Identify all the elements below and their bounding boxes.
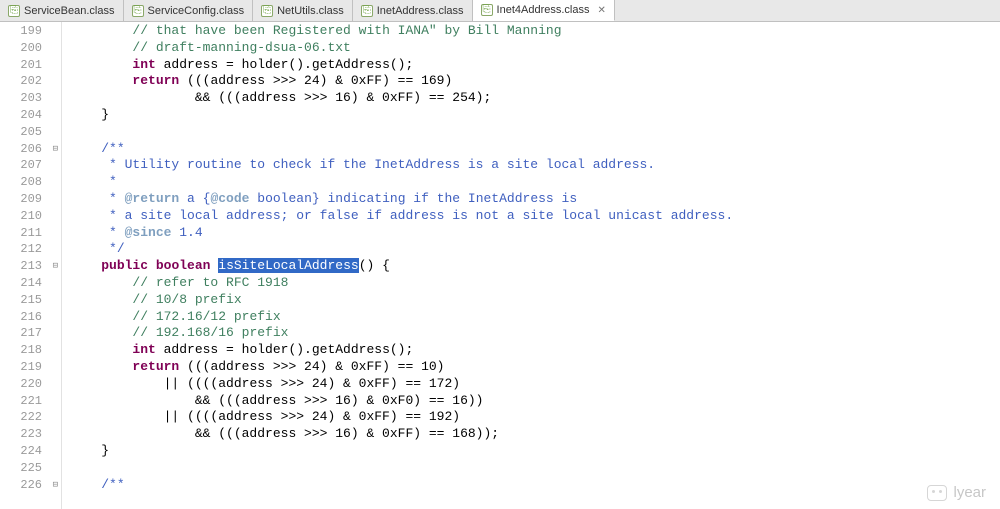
code-line: && (((address >>> 16) & 0xF0) == 16)) (70, 393, 1000, 410)
code-line: // 192.168/16 prefix (70, 325, 1000, 342)
line-number: 226 (0, 477, 48, 494)
class-file-icon: ⎘ (132, 5, 144, 17)
code-line (70, 124, 1000, 141)
code-line: // that have been Registered with IANA" … (70, 23, 1000, 40)
code-line: && (((address >>> 16) & 0xFF) == 254); (70, 90, 1000, 107)
line-number: 222 (0, 409, 48, 426)
line-number: 216 (0, 309, 48, 326)
line-number: 208 (0, 174, 48, 191)
text-selection: isSiteLocalAddress (218, 258, 358, 273)
code-line: || ((((address >>> 24) & 0xFF) == 192) (70, 409, 1000, 426)
line-number: 211 (0, 225, 48, 242)
editor-tab[interactable]: ⎘ Inet4Address.class ✕ (473, 0, 615, 21)
code-line: && (((address >>> 16) & 0xFF) == 168)); (70, 426, 1000, 443)
line-number: 207 (0, 157, 48, 174)
class-file-icon: ⎘ (361, 5, 373, 17)
code-line: // refer to RFC 1918 (70, 275, 1000, 292)
line-number: 213 (0, 258, 48, 275)
code-line: * Utility routine to check if the InetAd… (70, 157, 1000, 174)
line-number: 209 (0, 191, 48, 208)
wechat-icon (927, 485, 947, 501)
code-line: * (70, 174, 1000, 191)
tab-label: NetUtils.class (277, 5, 344, 17)
watermark-text: lyear (953, 484, 986, 501)
code-line: /** (70, 477, 1000, 494)
editor-tab[interactable]: ⎘ NetUtils.class (253, 0, 353, 21)
line-number: 204 (0, 107, 48, 124)
line-number: 210 (0, 208, 48, 225)
editor-tab[interactable]: ⎘ ServiceConfig.class (124, 0, 254, 21)
line-number: 219 (0, 359, 48, 376)
line-number: 203 (0, 90, 48, 107)
code-line: // 10/8 prefix (70, 292, 1000, 309)
code-line: || ((((address >>> 24) & 0xFF) == 172) (70, 376, 1000, 393)
code-line: int address = holder().getAddress(); (70, 57, 1000, 74)
tab-label: ServiceConfig.class (148, 5, 245, 17)
code-line: */ (70, 241, 1000, 258)
code-line: return (((address >>> 24) & 0xFF) == 169… (70, 73, 1000, 90)
line-number: 202 (0, 73, 48, 90)
line-number-gutter: 1992002012022032042052062072082092102112… (0, 22, 48, 509)
tab-label: ServiceBean.class (24, 5, 115, 17)
line-number: 220 (0, 376, 48, 393)
code-line: int address = holder().getAddress(); (70, 342, 1000, 359)
code-line (70, 460, 1000, 477)
editor-tab-bar: ⎘ ServiceBean.class ⎘ ServiceConfig.class ⎘ N… (0, 0, 1000, 22)
code-line: return (((address >>> 24) & 0xFF) == 10) (70, 359, 1000, 376)
class-file-icon: ⎘ (481, 4, 493, 16)
class-file-icon: ⎘ (261, 5, 273, 17)
editor-tab[interactable]: ⎘ InetAddress.class (353, 0, 473, 21)
line-number: 223 (0, 426, 48, 443)
code-line: } (70, 107, 1000, 124)
code-line: public boolean isSiteLocalAddress() { (70, 258, 1000, 275)
code-line: /** (70, 141, 1000, 158)
code-line: * @return a {@code boolean} indicating i… (70, 191, 1000, 208)
line-number: 218 (0, 342, 48, 359)
code-line: } (70, 443, 1000, 460)
code-line: * @since 1.4 (70, 225, 1000, 242)
tab-label: Inet4Address.class (497, 4, 590, 16)
line-number: 217 (0, 325, 48, 342)
code-line: // 172.16/12 prefix (70, 309, 1000, 326)
line-number: 215 (0, 292, 48, 309)
close-icon[interactable]: ✕ (597, 5, 605, 16)
code-line: * a site local address; or false if addr… (70, 208, 1000, 225)
class-file-icon: ⎘ (8, 5, 20, 17)
line-number: 214 (0, 275, 48, 292)
code-editor: 1992002012022032042052062072082092102112… (0, 22, 1000, 509)
line-number: 201 (0, 57, 48, 74)
watermark: lyear (927, 484, 986, 501)
line-number: 212 (0, 241, 48, 258)
line-number: 224 (0, 443, 48, 460)
line-number: 205 (0, 124, 48, 141)
line-number: 221 (0, 393, 48, 410)
line-number: 199 (0, 23, 48, 40)
line-number: 206 (0, 141, 48, 158)
line-number: 225 (0, 460, 48, 477)
tab-label: InetAddress.class (377, 5, 464, 17)
editor-tab[interactable]: ⎘ ServiceBean.class (0, 0, 124, 21)
code-area[interactable]: // that have been Registered with IANA" … (62, 22, 1000, 509)
line-number: 200 (0, 40, 48, 57)
code-line: // draft-manning-dsua-06.txt (70, 40, 1000, 57)
